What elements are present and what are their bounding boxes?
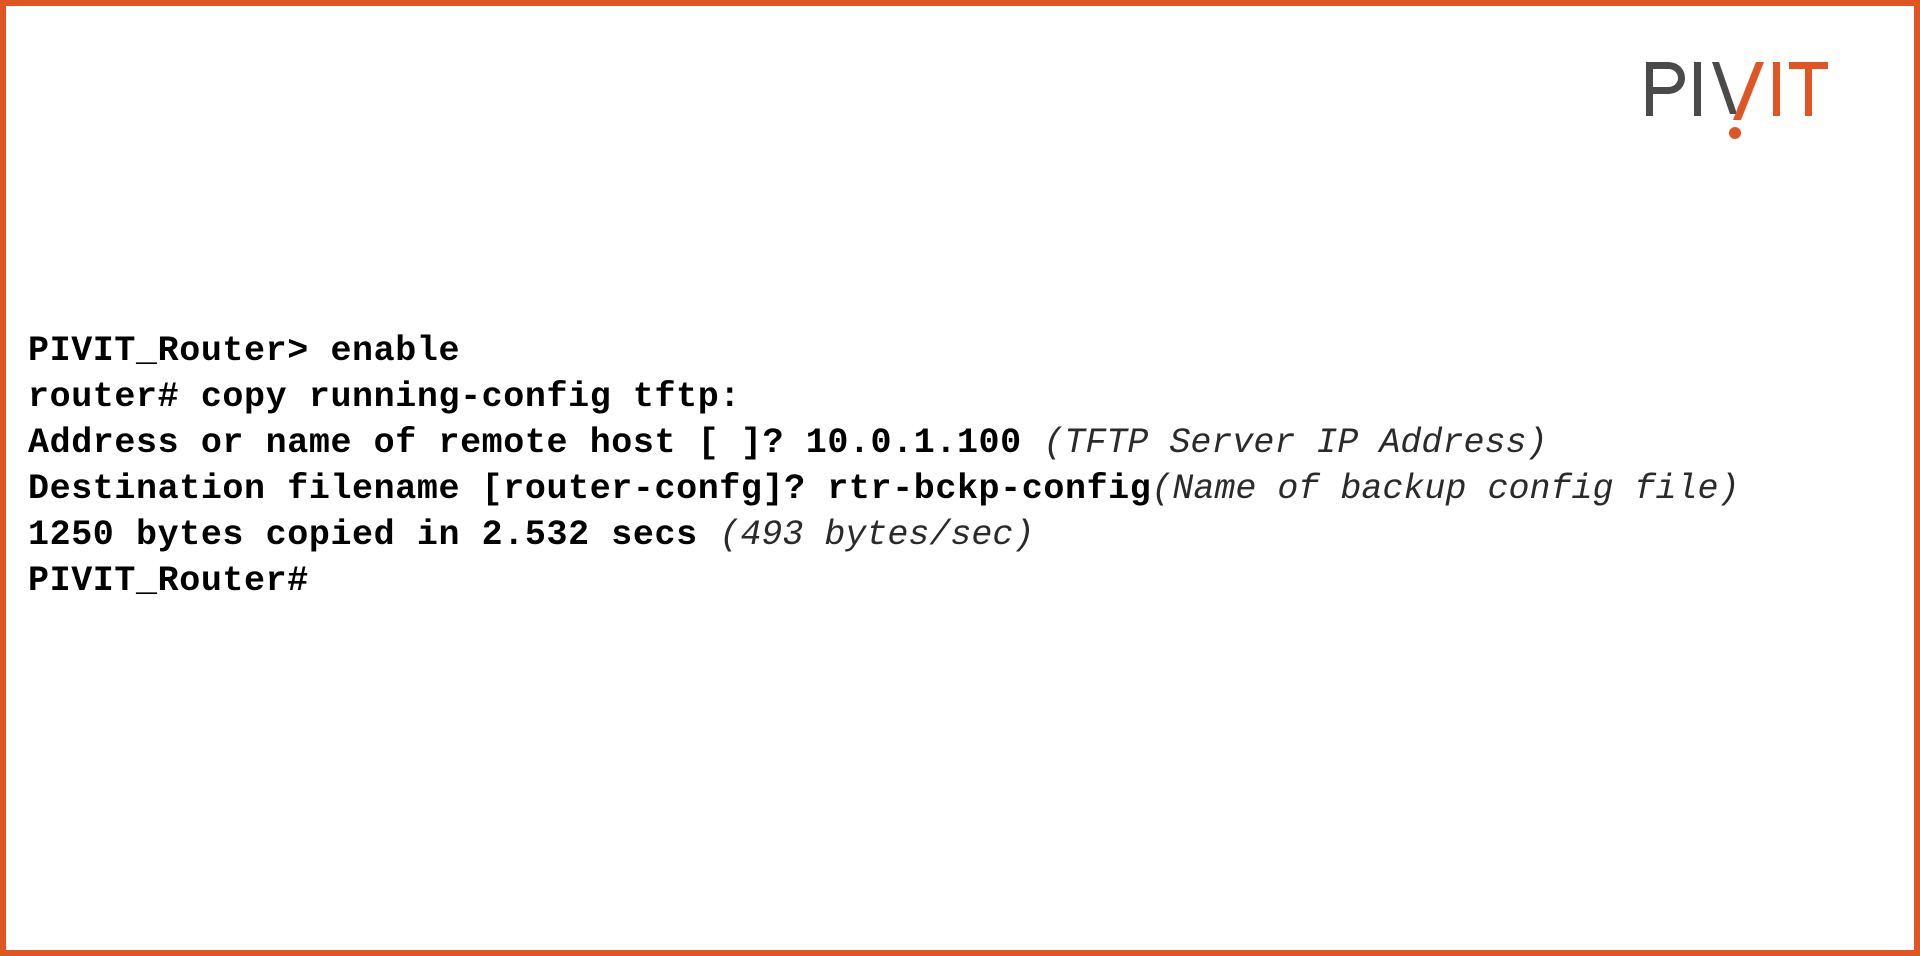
terminal-command-text: 1250 bytes copied in 2.532 secs	[28, 515, 720, 555]
logo-letter-i-first	[1694, 62, 1701, 116]
terminal-annotation-text: (Name of backup config file)	[1151, 469, 1740, 509]
logo-letter-p	[1646, 62, 1685, 116]
logo-v-right-stroke	[1733, 62, 1764, 120]
terminal-line: router# copy running-config tftp:	[28, 374, 1898, 420]
terminal-annotation-text: (TFTP Server IP Address)	[1043, 423, 1548, 463]
terminal-command-text: Address or name of remote host [ ]? 10.0…	[28, 423, 1044, 463]
terminal-line: PIVIT_Router#	[28, 558, 1898, 604]
logo-v-left-stroke	[1712, 62, 1737, 114]
pivit-logo-mark	[1646, 62, 1828, 139]
terminal-command-text: PIVIT_Router#	[28, 561, 309, 601]
terminal-annotation-text: (493 bytes/sec)	[719, 515, 1035, 555]
terminal-line: Destination filename [router-confg]? rtr…	[28, 466, 1898, 512]
terminal-command-text: Destination filename [router-confg]? rtr…	[28, 469, 1152, 509]
terminal-command-text: router# copy running-config tftp:	[28, 377, 741, 417]
pivit-logo	[1642, 54, 1832, 144]
terminal-command-text: PIVIT_Router> enable	[28, 331, 461, 371]
terminal-line: 1250 bytes copied in 2.532 secs (493 byt…	[28, 512, 1898, 558]
terminal-line: PIVIT_Router> enable	[28, 328, 1898, 374]
logo-accent-dot	[1729, 127, 1741, 139]
logo-letter-i-second	[1773, 62, 1780, 116]
terminal-transcript: PIVIT_Router> enable router# copy runnin…	[28, 328, 1898, 604]
logo-letter-t-stem	[1805, 62, 1812, 116]
slide-canvas: PIVIT_Router> enable router# copy runnin…	[0, 0, 1920, 956]
terminal-line: Address or name of remote host [ ]? 10.0…	[28, 420, 1898, 466]
